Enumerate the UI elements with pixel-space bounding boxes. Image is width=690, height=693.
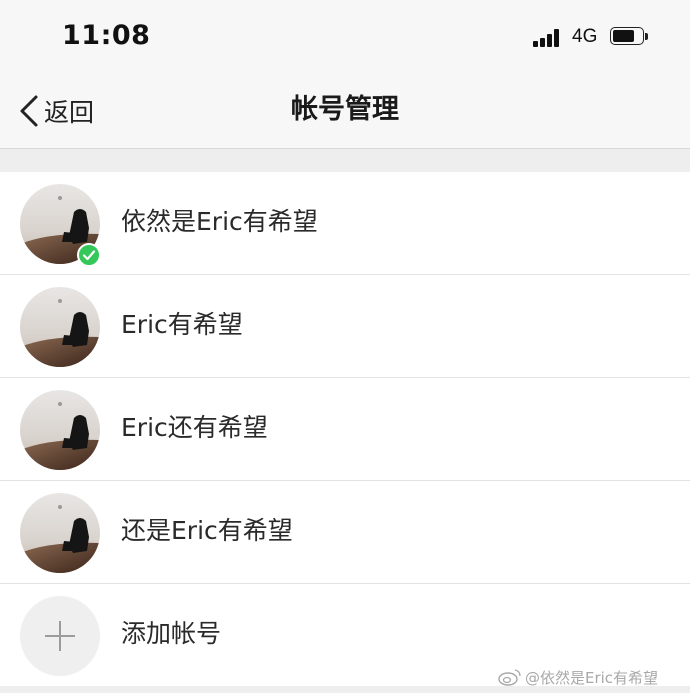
status-time: 11:08	[62, 20, 151, 51]
watermark-text: @依然是Eric有希望	[525, 668, 659, 687]
account-name: 依然是Eric有希望	[121, 207, 318, 236]
account-name: 还是Eric有希望	[121, 516, 293, 545]
signal-strength-icon	[533, 29, 563, 47]
account-name: Eric还有希望	[121, 413, 268, 442]
check-badge-icon	[77, 243, 101, 267]
top-bar: 11:08 4G 返回 帐号管理	[0, 0, 690, 149]
avatar	[20, 390, 100, 470]
add-account-label: 添加帐号	[121, 619, 222, 648]
account-item[interactable]: 还是Eric有希望	[0, 481, 690, 584]
back-button[interactable]: 返回	[16, 92, 94, 130]
account-item[interactable]: Eric还有希望	[0, 378, 690, 481]
page-title: 帐号管理	[291, 94, 399, 125]
add-account-circle	[20, 596, 100, 676]
back-label: 返回	[44, 98, 95, 127]
account-list: 依然是Eric有希望 Eric有希望 Eric还有希望 还是Eric有希望 添加…	[0, 172, 690, 687]
account-item[interactable]: Eric有希望	[0, 275, 690, 378]
network-type: 4G	[572, 26, 598, 47]
watermark: @依然是Eric有希望	[498, 667, 658, 687]
avatar	[20, 493, 100, 573]
battery-icon	[610, 27, 648, 47]
account-name: Eric有希望	[121, 310, 243, 339]
avatar	[20, 287, 100, 367]
weibo-icon	[498, 669, 521, 686]
section-gap	[0, 149, 690, 172]
account-item[interactable]: 依然是Eric有希望	[0, 172, 690, 275]
chevron-left-icon	[20, 95, 38, 127]
plus-icon	[45, 621, 75, 651]
